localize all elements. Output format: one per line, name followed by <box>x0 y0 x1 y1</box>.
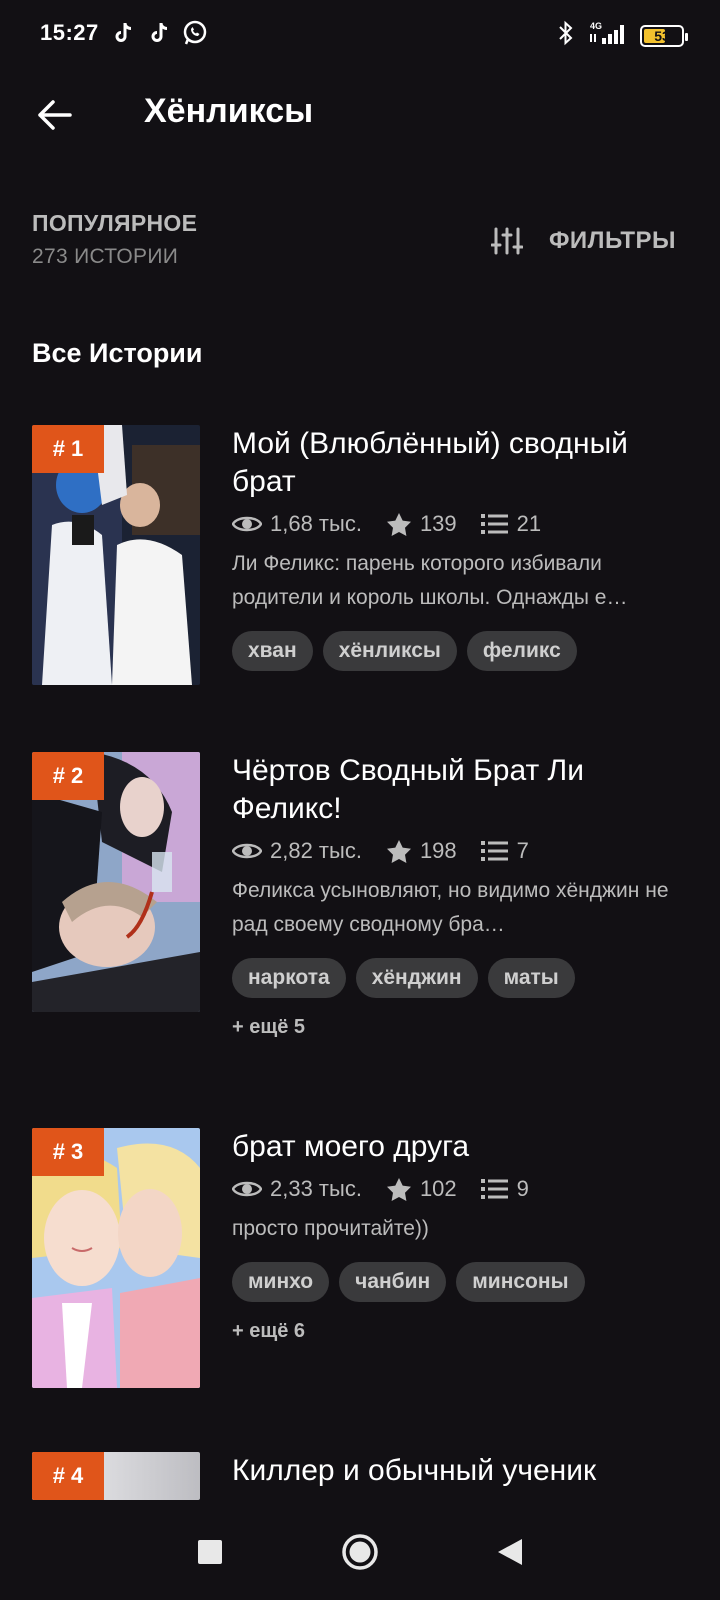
list-icon <box>480 1179 508 1199</box>
votes-stat: 139 <box>386 511 457 537</box>
story-cover: # 2 <box>32 752 200 1012</box>
eye-icon <box>232 1181 262 1197</box>
story-info: Мой (Влюблённый) сводный брат 1,68 тыс. … <box>232 425 688 671</box>
tag-chip[interactable]: наркота <box>232 958 346 998</box>
tag-list: минхо чанбин минсоны <box>232 1262 688 1302</box>
filters-button[interactable]: ФИЛЬТРЫ <box>490 226 676 256</box>
votes-count: 139 <box>419 511 457 536</box>
status-bar: 15:27 4G 53 <box>0 0 720 70</box>
sliders-icon <box>490 227 523 255</box>
votes-count: 102 <box>419 1176 457 1201</box>
eye-icon <box>232 843 262 859</box>
tiktok-icon <box>146 18 172 48</box>
story-card[interactable]: # 2 Чёртов Сводный Брат Ли Феликс! 2,82 … <box>32 752 688 1052</box>
story-stats: 2,82 тыс. 198 7 <box>232 838 688 864</box>
story-description: Феликса усыновляют, но видимо хёнджин не… <box>232 879 669 936</box>
status-time: 15:27 <box>40 20 99 45</box>
battery-icon: 53 <box>640 24 688 47</box>
back-button[interactable] <box>30 90 80 140</box>
section-title: Все Истории <box>32 338 203 368</box>
svg-text:4G: 4G <box>590 21 602 31</box>
story-count: 273 ИСТОРИИ <box>32 245 179 268</box>
notification-icons <box>110 18 208 48</box>
parts-stat: 7 <box>480 838 529 864</box>
views-count: 2,82 тыс. <box>270 838 362 863</box>
sort-label: ПОПУЛЯРНОЕ <box>32 210 198 236</box>
parts-count: 21 <box>516 511 542 536</box>
views-count: 1,68 тыс. <box>270 511 362 536</box>
votes-stat: 102 <box>386 1176 457 1202</box>
star-icon <box>386 840 411 863</box>
parts-stat: 21 <box>480 511 542 537</box>
bluetooth-icon <box>556 20 576 51</box>
eye-icon <box>232 516 262 532</box>
story-title: Чёртов Сводный Брат Ли Феликс! <box>232 754 585 825</box>
parts-count: 7 <box>516 838 529 863</box>
story-card[interactable]: # 1 Мой (Влюблённый) сводный брат 1,68 т… <box>32 425 688 685</box>
tag-chip[interactable]: хван <box>232 631 313 671</box>
story-info: Чёртов Сводный Брат Ли Феликс! 2,82 тыс.… <box>232 752 688 1039</box>
story-title: Мой (Влюблённый) сводный брат <box>232 427 628 498</box>
views-count: 2,33 тыс. <box>270 1176 362 1201</box>
filters-label: ФИЛЬТРЫ <box>548 227 676 254</box>
rank-badge: # 1 <box>32 425 104 473</box>
square-icon <box>198 1540 222 1564</box>
signal-icon: 4G <box>588 20 628 51</box>
tag-list: хван хёнликсы феликс <box>232 631 688 671</box>
home-button[interactable] <box>338 1530 382 1574</box>
tag-chip[interactable]: хёнджин <box>355 958 478 998</box>
story-cover: # 1 <box>32 425 200 685</box>
story-info: Киллер и обычный ученик <box>232 1452 688 1490</box>
views-stat: 2,82 тыс. <box>232 838 362 864</box>
tag-chip[interactable]: маты <box>487 958 575 998</box>
more-tags-link[interactable]: + ещё 6 <box>232 1320 688 1343</box>
rank-badge: # 3 <box>32 1128 104 1176</box>
story-card[interactable]: # 3 брат моего друга 2,33 тыс. 102 9 про… <box>32 1128 688 1408</box>
story-card[interactable]: # 4 Киллер и обычный ученик <box>32 1452 688 1500</box>
sort-selector[interactable]: ПОПУЛЯРНОЕ 273 ИСТОРИИ <box>32 210 197 269</box>
page-title: Хёнликсы <box>144 92 314 130</box>
tiktok-icon <box>110 18 136 48</box>
star-icon <box>386 513 411 536</box>
system-icons: 4G 53 <box>556 20 688 51</box>
triangle-back-icon <box>498 1539 522 1565</box>
story-cover: # 4 <box>32 1452 200 1500</box>
views-stat: 1,68 тыс. <box>232 511 362 537</box>
rank-badge: # 4 <box>32 1452 104 1500</box>
story-title: Киллер и обычный ученик <box>232 1454 597 1487</box>
story-description: Ли Феликс: парень которого избивали роди… <box>232 552 628 609</box>
top-app-bar: Хёнликсы <box>0 70 720 160</box>
tag-chip[interactable]: хёнликсы <box>322 631 457 671</box>
votes-count: 198 <box>419 838 457 863</box>
arrow-left-icon <box>38 100 72 130</box>
tag-chip[interactable]: феликс <box>466 631 577 671</box>
more-tags-link[interactable]: + ещё 5 <box>232 1016 688 1039</box>
star-icon <box>386 1178 411 1201</box>
battery-level: 53 <box>654 27 670 44</box>
parts-count: 9 <box>516 1176 529 1201</box>
system-nav-bar <box>0 1500 720 1600</box>
parts-stat: 9 <box>480 1176 529 1202</box>
rank-badge: # 2 <box>32 752 104 800</box>
tag-chip[interactable]: чанбин <box>339 1262 447 1302</box>
story-stats: 1,68 тыс. 139 21 <box>232 511 688 537</box>
list-icon <box>480 514 508 534</box>
votes-stat: 198 <box>386 838 457 864</box>
back-nav-button[interactable] <box>488 1530 532 1574</box>
tag-chip[interactable]: минсоны <box>456 1262 585 1302</box>
whatsapp-icon <box>182 18 208 48</box>
views-stat: 2,33 тыс. <box>232 1176 362 1202</box>
recents-button[interactable] <box>188 1530 232 1574</box>
story-stats: 2,33 тыс. 102 9 <box>232 1176 688 1202</box>
list-icon <box>480 841 508 861</box>
tag-chip[interactable]: минхо <box>232 1262 330 1302</box>
story-description: просто прочитайте)) <box>232 1217 429 1240</box>
circle-icon <box>342 1534 378 1570</box>
story-title: брат моего друга <box>232 1130 470 1163</box>
tag-list: наркота хёнджин маты <box>232 958 688 998</box>
story-info: брат моего друга 2,33 тыс. 102 9 просто … <box>232 1128 688 1343</box>
story-cover: # 3 <box>32 1128 200 1388</box>
